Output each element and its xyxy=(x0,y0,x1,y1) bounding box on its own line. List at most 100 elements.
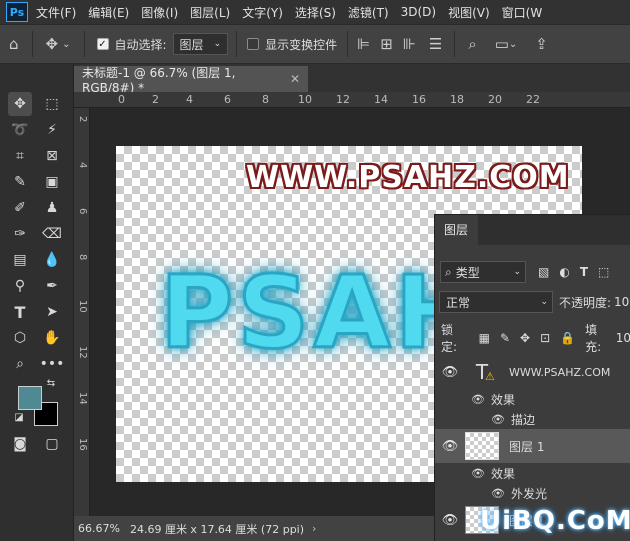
ruler-label: 2 xyxy=(77,116,88,123)
hand-tool-icon[interactable]: ✋ xyxy=(40,326,64,350)
warning-icon: ⚠ xyxy=(485,370,495,383)
auto-select-value: 图层 xyxy=(179,37,204,52)
layer-row-selected[interactable]: 👁 图层 1 xyxy=(435,429,630,463)
show-transform-checkbox[interactable] xyxy=(247,38,260,50)
zoom-tool-icon[interactable]: ⌕ xyxy=(8,352,32,376)
lock-artboard-icon[interactable]: ⊡ xyxy=(540,331,550,345)
site-watermark: UiBQ.CoM xyxy=(480,506,630,536)
filter-adjustment-icon[interactable]: ◐ xyxy=(559,265,569,279)
default-colors-icon[interactable]: ◪ xyxy=(12,410,26,424)
blend-mode-value: 正常 xyxy=(446,295,471,310)
layer-name: 图层 1 xyxy=(509,439,545,454)
blur-tool-icon[interactable]: 💧 xyxy=(40,248,64,272)
eye-icon[interactable]: 👁 xyxy=(435,413,505,426)
eye-icon[interactable]: 👁 xyxy=(435,467,485,480)
menu-edit[interactable]: 编辑(E) xyxy=(88,4,129,21)
eyedropper-icon[interactable]: ✎ xyxy=(8,170,32,194)
lock-position-icon[interactable]: ✥ xyxy=(520,331,530,345)
menu-select[interactable]: 选择(S) xyxy=(295,4,336,21)
document-tab-title: 未标题-1 @ 66.7% (图层 1, RGB/8#) * xyxy=(82,65,236,95)
menu-3d[interactable]: 3D(D) xyxy=(401,5,436,19)
ruler-label: 10 xyxy=(298,93,312,106)
divider xyxy=(83,31,85,57)
ruler-label: 8 xyxy=(262,93,269,106)
eye-icon[interactable]: 👁 xyxy=(435,487,505,500)
layer-row-text[interactable]: 👁 T ⚠ WWW.PSAHZ.COM xyxy=(435,355,630,389)
path-select-icon[interactable]: ➤ xyxy=(40,300,64,324)
screen-mode-icon[interactable]: ▢ xyxy=(40,432,64,456)
swap-colors-icon[interactable]: ⇆ xyxy=(44,376,58,390)
effect-name: 描边 xyxy=(511,412,536,427)
eye-icon[interactable]: 👁 xyxy=(435,439,465,454)
lock-pixels-icon[interactable]: ✎ xyxy=(500,331,510,345)
effect-name: 外发光 xyxy=(511,486,548,501)
menu-file[interactable]: 文件(F) xyxy=(36,4,76,21)
effects-label: 效果 xyxy=(491,392,516,407)
filter-pixel-icon[interactable]: ▧ xyxy=(538,265,549,279)
opacity-value[interactable]: 10 xyxy=(614,295,629,309)
zoom-level[interactable]: 66.67% xyxy=(78,522,120,535)
dodge-tool-icon[interactable]: ⚲ xyxy=(8,274,32,298)
home-icon[interactable]: ⌂ xyxy=(9,35,19,53)
brush-tool-icon[interactable]: ✐ xyxy=(8,196,32,220)
pen-tool-icon[interactable]: ✒ xyxy=(40,274,64,298)
vertical-ruler: 2 4 6 8 10 12 14 16 xyxy=(74,108,90,516)
history-brush-icon[interactable]: ✑ xyxy=(8,222,32,246)
auto-select-dropdown[interactable]: 图层 ⌄ xyxy=(172,33,229,55)
frame-tool-icon[interactable]: ⊠ xyxy=(40,144,64,168)
align-right-icon[interactable]: ⊪ xyxy=(403,35,416,53)
menu-layer[interactable]: 图层(L) xyxy=(190,4,230,21)
menu-image[interactable]: 图像(I) xyxy=(141,4,178,21)
divider xyxy=(31,31,33,57)
lasso-tool-icon[interactable]: ➰ xyxy=(8,118,32,142)
search-icon[interactable]: ⌕ xyxy=(468,35,476,53)
lock-transparent-icon[interactable]: ▦ xyxy=(479,331,490,345)
auto-select-checkbox[interactable]: ✓ xyxy=(96,38,109,50)
document-tab[interactable]: 未标题-1 @ 66.7% (图层 1, RGB/8#) * ✕ xyxy=(74,65,308,95)
type-tool-icon[interactable]: T xyxy=(8,300,32,324)
menu-filter[interactable]: 滤镜(T) xyxy=(348,4,389,21)
kind-filter-value: 类型 xyxy=(455,265,480,280)
blend-mode-dropdown[interactable]: 正常 ⌄ xyxy=(439,291,553,313)
kind-filter-dropdown[interactable]: ⌕ 类型 ⌄ xyxy=(440,261,526,283)
share-icon[interactable]: ⇪ xyxy=(535,35,548,53)
marquee-tool-icon[interactable]: ⬚ xyxy=(40,92,64,116)
menu-view[interactable]: 视图(V) xyxy=(448,4,490,21)
menu-window[interactable]: 窗口(W xyxy=(502,4,543,21)
eye-icon[interactable]: 👁 xyxy=(435,393,485,406)
gradient-icon[interactable]: ▤ xyxy=(8,248,32,272)
lock-all-icon[interactable]: 🔒 xyxy=(560,331,575,345)
menu-type[interactable]: 文字(Y) xyxy=(242,4,283,21)
close-icon[interactable]: ✕ xyxy=(290,72,300,86)
horizontal-ruler: 0 2 4 6 8 10 12 14 16 18 20 22 xyxy=(74,92,630,108)
filter-shape-icon[interactable]: ⬚ xyxy=(598,265,609,279)
shape-tool-icon[interactable]: ⬡ xyxy=(8,326,32,350)
chevron-right-icon[interactable]: › xyxy=(312,522,316,535)
magic-wand-icon[interactable]: ⚡ xyxy=(40,118,64,142)
patch-tool-icon[interactable]: ▣ xyxy=(40,170,64,194)
align-center-icon[interactable]: ⊞ xyxy=(380,35,393,53)
quick-mask-icon[interactable]: ◙ xyxy=(8,432,32,456)
move-tool-icon[interactable]: ✥ xyxy=(8,92,32,116)
stamp-tool-icon[interactable]: ♟ xyxy=(40,196,64,220)
filter-type-icon[interactable]: T xyxy=(580,265,588,279)
foreground-color-swatch[interactable] xyxy=(18,386,42,410)
chevron-down-icon: ⌄ xyxy=(513,267,521,277)
ruler-label: 6 xyxy=(224,93,231,106)
ruler-label: 6 xyxy=(77,208,88,215)
distribute-icon[interactable]: ☰ xyxy=(429,35,442,53)
fill-value[interactable]: 10 xyxy=(616,331,630,345)
ruler-label: 12 xyxy=(77,346,88,359)
ruler-label: 14 xyxy=(77,392,88,405)
crop-tool-icon[interactable]: ⌗ xyxy=(8,144,32,168)
menu-bar: Ps 文件(F) 编辑(E) 图像(I) 图层(L) 文字(Y) 选择(S) 滤… xyxy=(0,0,630,24)
tab-layers[interactable]: 图层 xyxy=(435,215,479,245)
eye-icon[interactable]: 👁 xyxy=(435,513,465,528)
eye-icon[interactable]: 👁 xyxy=(435,365,465,380)
ruler-label: 16 xyxy=(77,438,88,451)
align-left-icon[interactable]: ⊫ xyxy=(357,35,370,53)
more-tools-icon[interactable]: ••• xyxy=(40,352,65,376)
workspace-icon[interactable]: ▭ ⌄ xyxy=(495,35,518,53)
eraser-icon[interactable]: ⌫ xyxy=(40,222,64,246)
move-tool-icon[interactable]: ✥ ⌄ xyxy=(46,35,71,53)
